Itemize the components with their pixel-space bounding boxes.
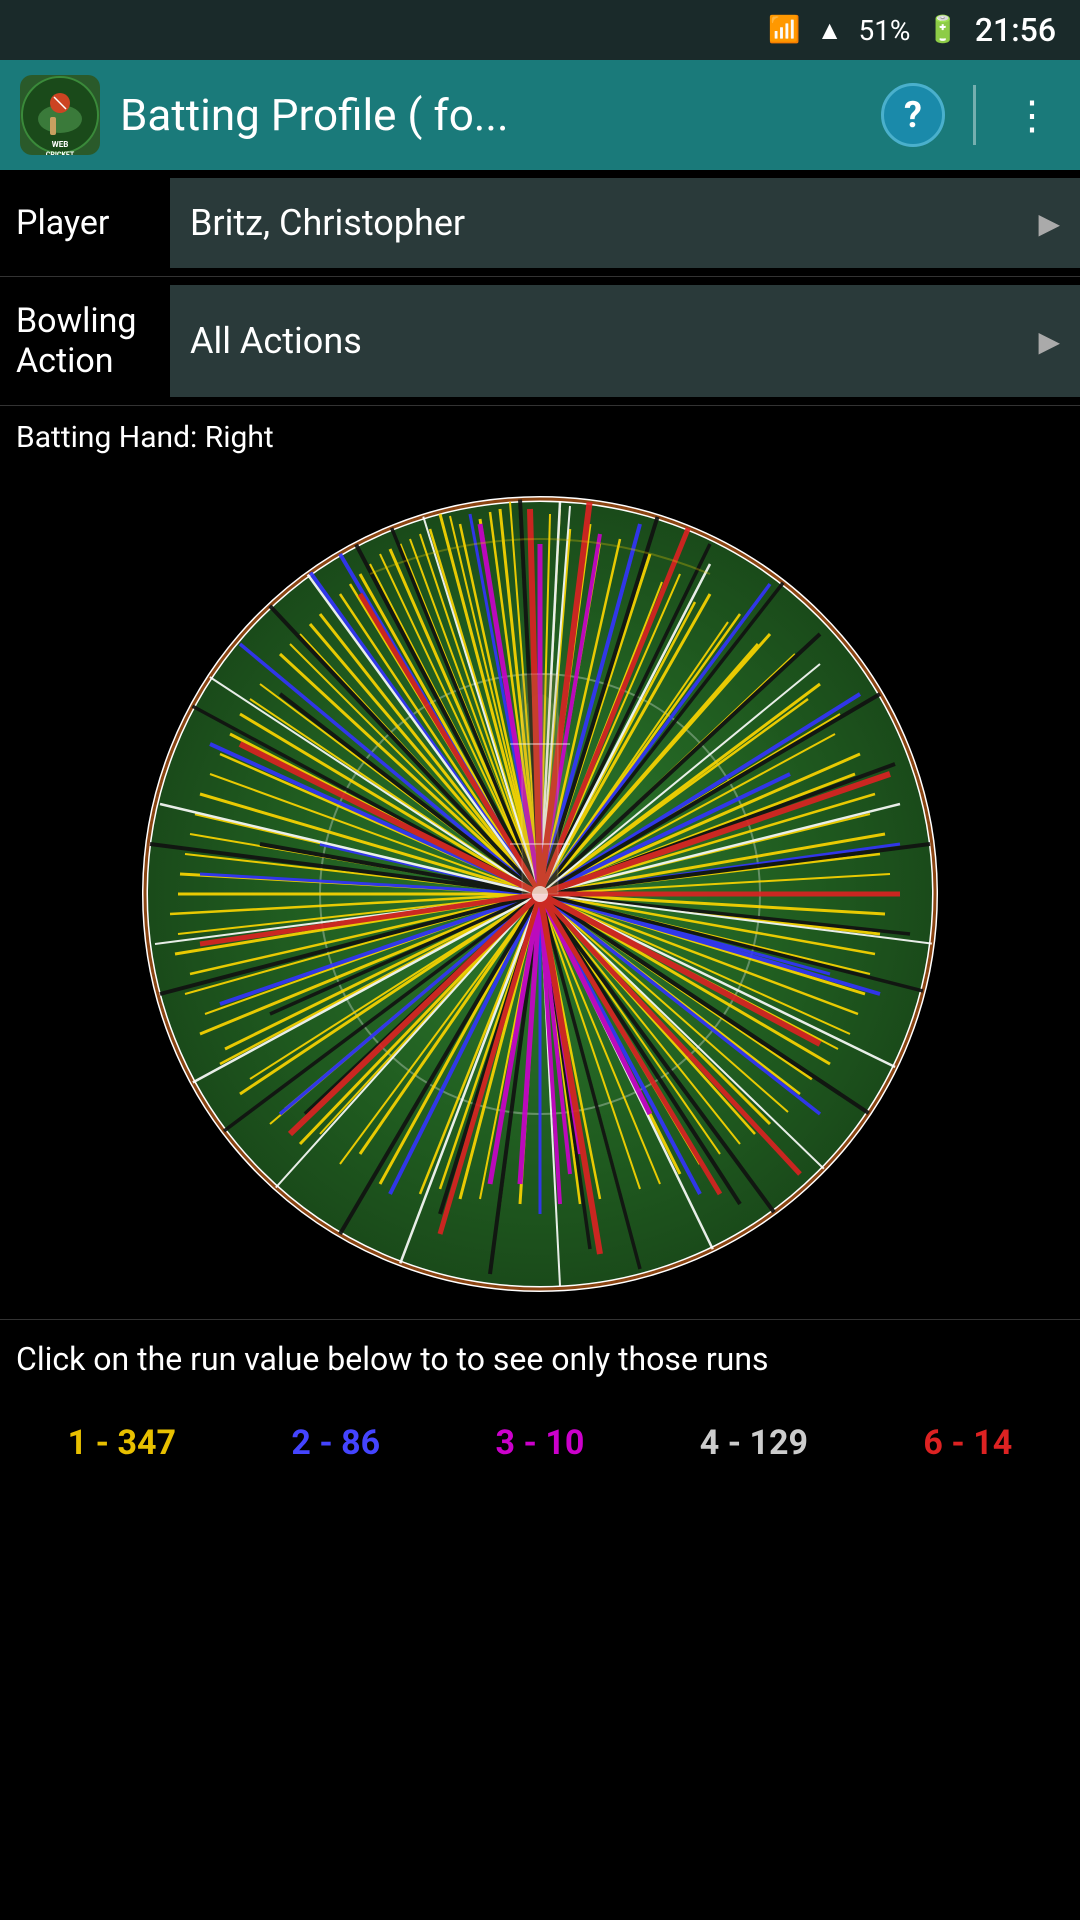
status-bar: 📶 ▲ 51% 🔋 21:56 <box>0 0 1080 60</box>
divider <box>973 85 976 145</box>
run-legend: 1 - 347 2 - 86 3 - 10 4 - 129 6 - 14 <box>0 1398 1080 1488</box>
bowling-action-dropdown-arrow: ▶ <box>1038 325 1060 358</box>
svg-text:WEB: WEB <box>52 140 69 149</box>
svg-text:CRICKET: CRICKET <box>46 151 75 155</box>
bowling-action-value: All Actions <box>190 320 362 362</box>
bowling-action-select[interactable]: All Actions ▶ <box>170 285 1080 397</box>
bowling-action-label: Bowling Action <box>0 277 170 405</box>
legend-item-1[interactable]: 1 - 347 <box>68 1423 176 1463</box>
help-button[interactable]: ? <box>881 83 945 147</box>
footer-instruction: Click on the run value below to to see o… <box>0 1319 1080 1398</box>
legend-item-6[interactable]: 6 - 14 <box>923 1423 1012 1463</box>
clock: 21:56 <box>975 11 1056 49</box>
wifi-icon: 📶 <box>768 15 800 45</box>
wagon-wheel[interactable] <box>140 494 940 1294</box>
battery-icon: 🔋 <box>926 15 958 45</box>
player-row: Player Britz, Christopher ▶ <box>0 170 1080 277</box>
player-select[interactable]: Britz, Christopher ▶ <box>170 178 1080 268</box>
legend-item-3[interactable]: 3 - 10 <box>496 1423 585 1463</box>
legend-item-2[interactable]: 2 - 86 <box>291 1423 380 1463</box>
chart-container <box>0 469 1080 1319</box>
battery-indicator: 51% <box>858 14 910 47</box>
player-dropdown-arrow: ▶ <box>1038 207 1060 240</box>
player-value: Britz, Christopher <box>190 202 465 244</box>
signal-icon: ▲ <box>817 15 843 46</box>
legend-item-4[interactable]: 4 - 129 <box>700 1423 808 1463</box>
menu-button[interactable]: ⋮ <box>1004 84 1060 147</box>
app-logo: WEB CRICKET <box>20 75 100 155</box>
bowling-action-row: Bowling Action All Actions ▶ <box>0 277 1080 406</box>
player-label: Player <box>0 170 170 276</box>
app-title: Batting Profile ( fo... <box>120 89 861 141</box>
app-bar: WEB CRICKET Batting Profile ( fo... ? ⋮ <box>0 60 1080 170</box>
form-area: Player Britz, Christopher ▶ Bowling Acti… <box>0 170 1080 406</box>
batting-hand: Batting Hand: Right <box>0 406 1080 469</box>
